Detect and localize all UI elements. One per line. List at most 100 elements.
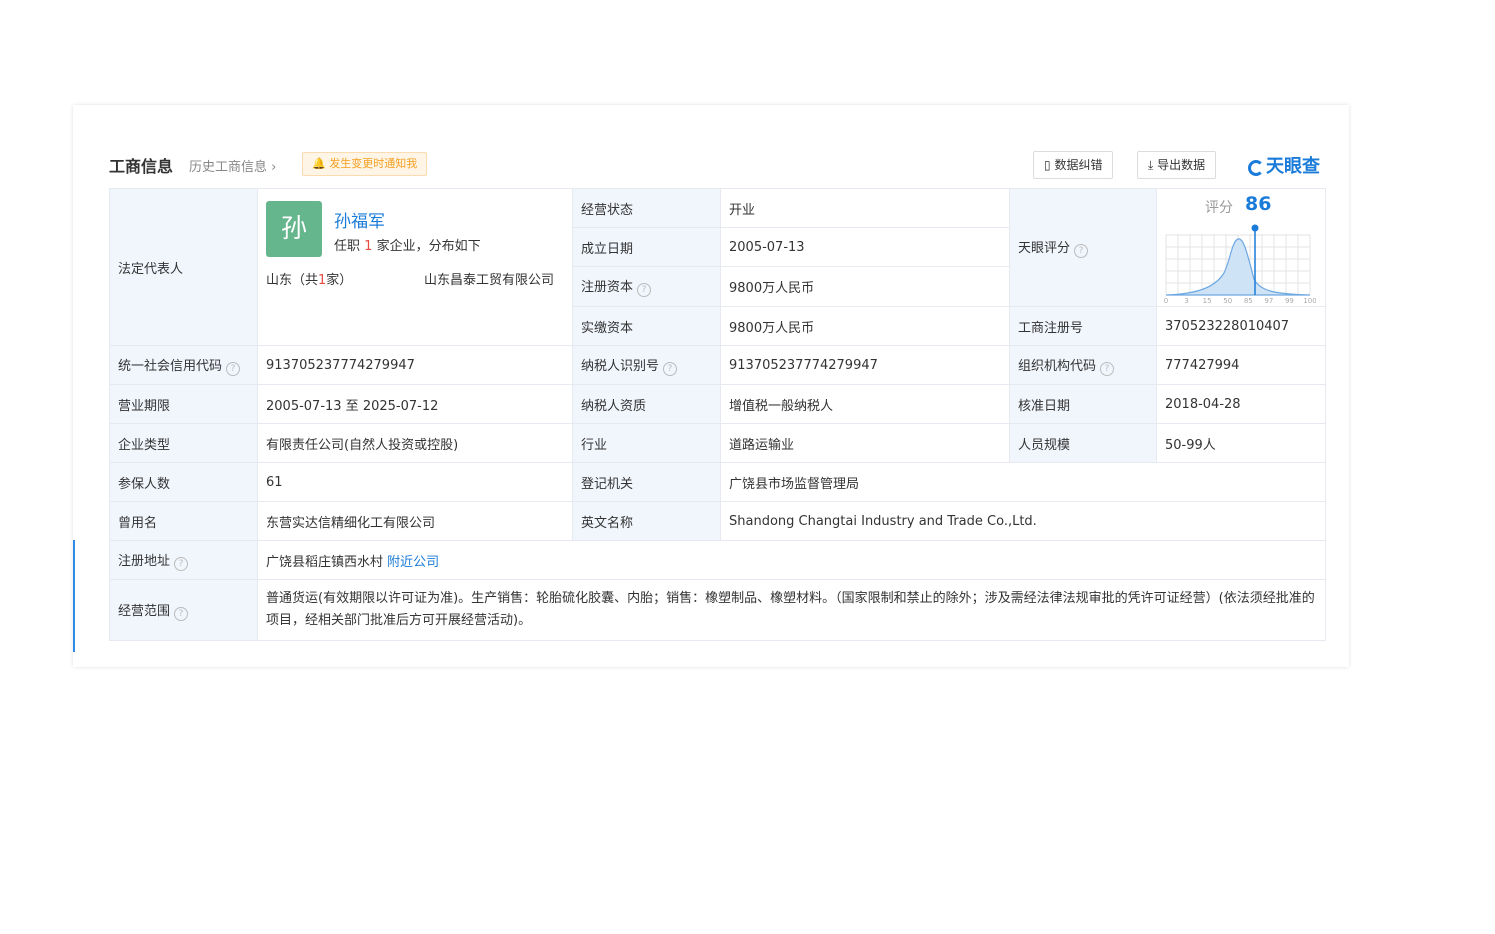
taxpayer-type-value: 增值税一般纳税人 <box>720 384 1010 424</box>
address-label-cell: 注册地址? <box>109 540 258 580</box>
taxpayer-id-label-cell: 纳税人识别号? <box>572 345 721 385</box>
history-link-label: 历史工商信息 <box>189 160 268 175</box>
address-label: 注册地址 <box>118 553 171 569</box>
axis-tick-label: 15 <box>1203 297 1212 305</box>
axis-tick-label: 97 <box>1264 297 1273 305</box>
score-distribution-chart: 0 3 15 50 85 97 99 100 <box>1164 224 1316 305</box>
scope-value: 普通货运(有效期限以许可证为准)。生产销售：轮胎硫化胶囊、内胎；销售：橡塑制品、… <box>257 579 1326 641</box>
legal-rep-label: 法定代表人 <box>109 188 258 346</box>
staff-size-label: 人员规模 <box>1009 423 1157 463</box>
credit-code-label-cell: 统一社会信用代码? <box>109 345 258 385</box>
section-header: 工商信息 历史工商信息 › 🔔 发生变更时通知我 ▯ 数据纠错 ⤓ 导出数据 天… <box>109 149 1325 179</box>
avatar: 孙 <box>266 201 322 257</box>
reg-no-value: 370523228010407 <box>1156 306 1326 346</box>
approval-date-value: 2018-04-28 <box>1156 384 1326 424</box>
score-label-cell: 天眼评分? <box>1009 188 1157 307</box>
summary-suffix: 家企业，分布如下 <box>376 239 481 254</box>
score-title: 评分 <box>1205 200 1233 216</box>
status-value: 开业 <box>720 188 1010 228</box>
logo-text: 天眼查 <box>1266 156 1320 177</box>
legal-rep-region[interactable]: 山东（共1家） <box>266 269 352 288</box>
founded-label: 成立日期 <box>572 227 721 267</box>
axis-tick-label: 0 <box>1164 297 1168 305</box>
axis-tick-label: 3 <box>1184 297 1188 305</box>
summary-count: 1 <box>364 239 373 254</box>
left-accent-bar <box>73 540 75 652</box>
data-correction-label: 数据纠错 <box>1054 158 1103 172</box>
insured-value: 61 <box>257 462 573 502</box>
score-value: 86 <box>1245 193 1272 215</box>
summary-prefix: 任职 <box>334 239 361 254</box>
scope-label: 经营范围 <box>118 603 171 619</box>
legal-rep-name[interactable]: 孙福军 <box>334 207 385 232</box>
axis-tick-label: 85 <box>1244 297 1253 305</box>
axis-tick-label: 50 <box>1223 297 1232 305</box>
chevron-right-icon: › <box>271 160 277 175</box>
data-correction-button[interactable]: ▯ 数据纠错 <box>1033 151 1114 179</box>
reg-capital-label-cell: 注册资本? <box>572 266 721 307</box>
section-title: 工商信息 <box>109 157 174 176</box>
info-table: 法定代表人 孙 孙福军 任职 1 家企业，分布如下 山东（共1家） 山东昌泰工贸… <box>109 188 1326 641</box>
help-icon[interactable]: ? <box>174 606 189 621</box>
staff-size-value: 50-99人 <box>1156 423 1326 463</box>
founded-value: 2005-07-13 <box>720 227 1010 267</box>
export-data-label: 导出数据 <box>1157 158 1206 172</box>
ent-type-value: 有限责任公司(自然人投资或控股) <box>257 423 573 463</box>
chart-axis-ticks: 0 3 15 50 85 97 99 100 <box>1164 297 1316 305</box>
address-value-cell: 广饶县稻庄镇西水村 附近公司 <box>257 540 1326 580</box>
english-name-label: 英文名称 <box>572 501 721 541</box>
industry-value: 道路运输业 <box>720 423 1010 463</box>
paid-capital-label: 实缴资本 <box>572 306 721 346</box>
legal-rep-cell: 孙 孙福军 任职 1 家企业，分布如下 山东（共1家） 山东昌泰工贸有限公司 <box>257 188 573 346</box>
region-suffix: 家） <box>326 273 353 288</box>
industry-label: 行业 <box>572 423 721 463</box>
former-name-label: 曾用名 <box>109 501 258 541</box>
reg-capital-label: 注册资本 <box>581 280 634 295</box>
nearby-companies-link[interactable]: 附近公司 <box>387 555 439 570</box>
legal-rep-summary: 任职 1 家企业，分布如下 <box>334 235 481 254</box>
english-name-value: Shandong Changtai Industry and Trade Co.… <box>720 501 1326 541</box>
credit-code-value: 913705237774279947 <box>257 345 573 385</box>
ent-type-label: 企业类型 <box>109 423 258 463</box>
history-link[interactable]: 历史工商信息 › <box>189 156 276 175</box>
axis-tick-label: 100 <box>1303 297 1316 305</box>
download-icon: ⤓ <box>1148 158 1154 172</box>
notify-label: 发生变更时通知我 <box>329 157 418 170</box>
help-icon[interactable]: ? <box>1074 244 1089 258</box>
term-label: 营业期限 <box>109 384 258 424</box>
help-icon[interactable]: ? <box>226 361 241 376</box>
legal-rep-company[interactable]: 山东昌泰工贸有限公司 <box>424 269 554 288</box>
tianyancha-logo: 天眼查 <box>1248 152 1320 178</box>
help-icon[interactable]: ? <box>663 361 678 376</box>
notify-button[interactable]: 🔔 发生变更时通知我 <box>302 152 428 176</box>
help-icon[interactable]: ? <box>637 283 652 297</box>
credit-code-label: 统一社会信用代码 <box>118 358 223 374</box>
authority-label: 登记机关 <box>572 462 721 502</box>
bell-icon: 🔔 <box>312 157 326 170</box>
former-name-value: 东营实达信精细化工有限公司 <box>257 501 573 541</box>
taxpayer-id-label: 纳税人识别号 <box>581 358 660 374</box>
address-value: 广饶县稻庄镇西水村 <box>266 554 384 570</box>
reg-capital-value: 9800万人民币 <box>720 266 1010 307</box>
insured-label: 参保人数 <box>109 462 258 502</box>
score-marker-icon <box>1251 224 1259 232</box>
approval-date-label: 核准日期 <box>1009 384 1157 424</box>
document-icon: ▯ <box>1044 158 1051 172</box>
logo-icon <box>1248 160 1264 176</box>
help-icon[interactable]: ? <box>1100 361 1115 376</box>
score-label: 天眼评分 <box>1018 241 1071 256</box>
axis-tick-label: 99 <box>1285 297 1294 305</box>
status-label: 经营状态 <box>572 188 721 228</box>
reg-no-label: 工商注册号 <box>1009 306 1157 346</box>
org-code-label: 组织机构代码 <box>1018 358 1097 374</box>
score-cell: 评分 86 0 3 15 50 85 97 99 100 <box>1156 188 1326 307</box>
term-value: 2005-07-13 至 2025-07-12 <box>257 384 573 424</box>
region-prefix: 山东（共 <box>266 273 319 288</box>
org-code-value: 777427994 <box>1156 345 1326 385</box>
authority-value: 广饶县市场监督管理局 <box>720 462 1326 502</box>
paid-capital-value: 9800万人民币 <box>720 306 1010 346</box>
taxpayer-id-value: 913705237774279947 <box>720 345 1010 385</box>
scope-label-cell: 经营范围? <box>109 579 258 641</box>
help-icon[interactable]: ? <box>174 556 189 571</box>
export-data-button[interactable]: ⤓ 导出数据 <box>1137 151 1217 179</box>
